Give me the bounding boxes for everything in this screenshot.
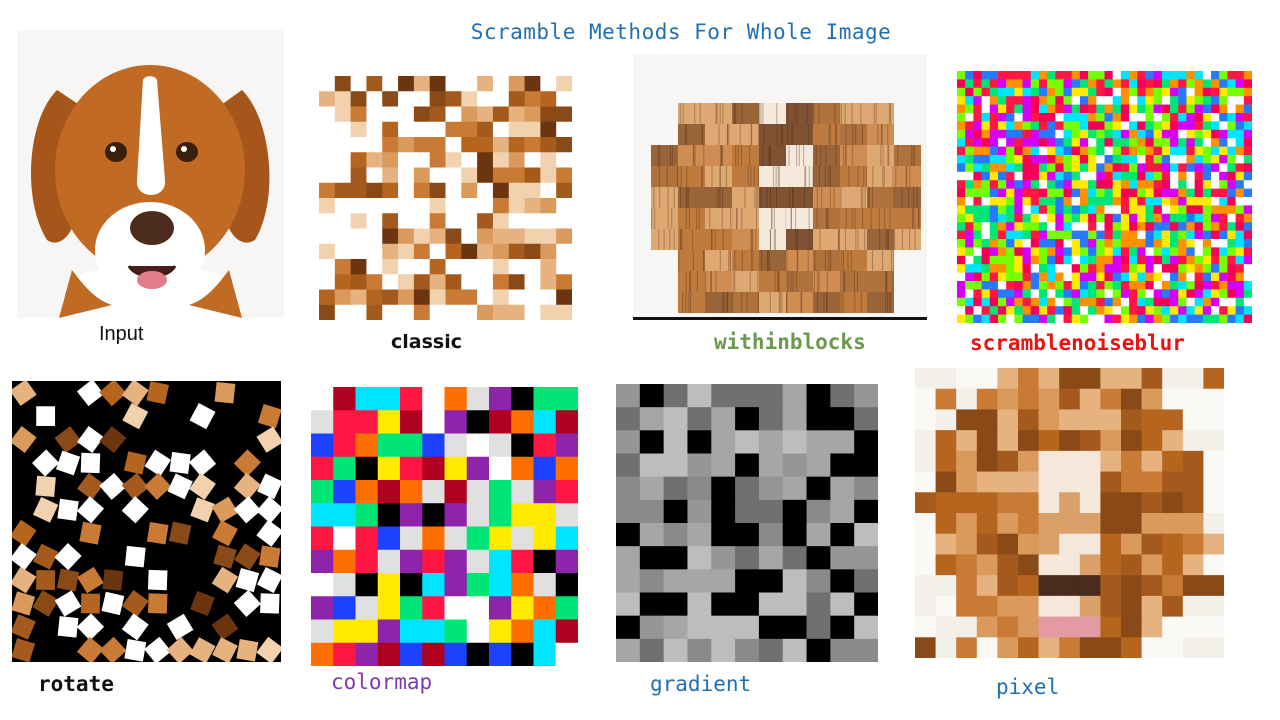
gradient-image (616, 384, 878, 662)
rotate-scramble-grid (12, 381, 281, 662)
pixel-image (915, 368, 1224, 658)
scramblenoiseblur-label: scramblenoiseblur (970, 331, 1185, 355)
rotate-image (12, 381, 281, 662)
colormap-image (311, 387, 578, 666)
withinblocks-image (633, 55, 927, 320)
classic-image (319, 76, 572, 320)
dog-illustration (17, 30, 284, 318)
rotate-label: rotate (38, 672, 114, 696)
classic-label: classic (391, 331, 462, 353)
gradient-scramble-grid (616, 384, 878, 662)
withinblocks-scramble-grid (633, 55, 927, 320)
classic-scramble-grid (319, 76, 572, 320)
withinblocks-label: withinblocks (714, 330, 866, 354)
pixel-label: pixel (996, 675, 1060, 699)
colormap-label: colormap (331, 670, 433, 694)
input-label: Input (99, 323, 144, 345)
noise-blur-field (957, 71, 1252, 323)
scramblenoiseblur-image (957, 71, 1252, 323)
input-image (17, 30, 284, 318)
colormap-scramble-grid (311, 387, 578, 666)
pixelated-dog (915, 368, 1224, 658)
gradient-label: gradient (650, 672, 752, 696)
